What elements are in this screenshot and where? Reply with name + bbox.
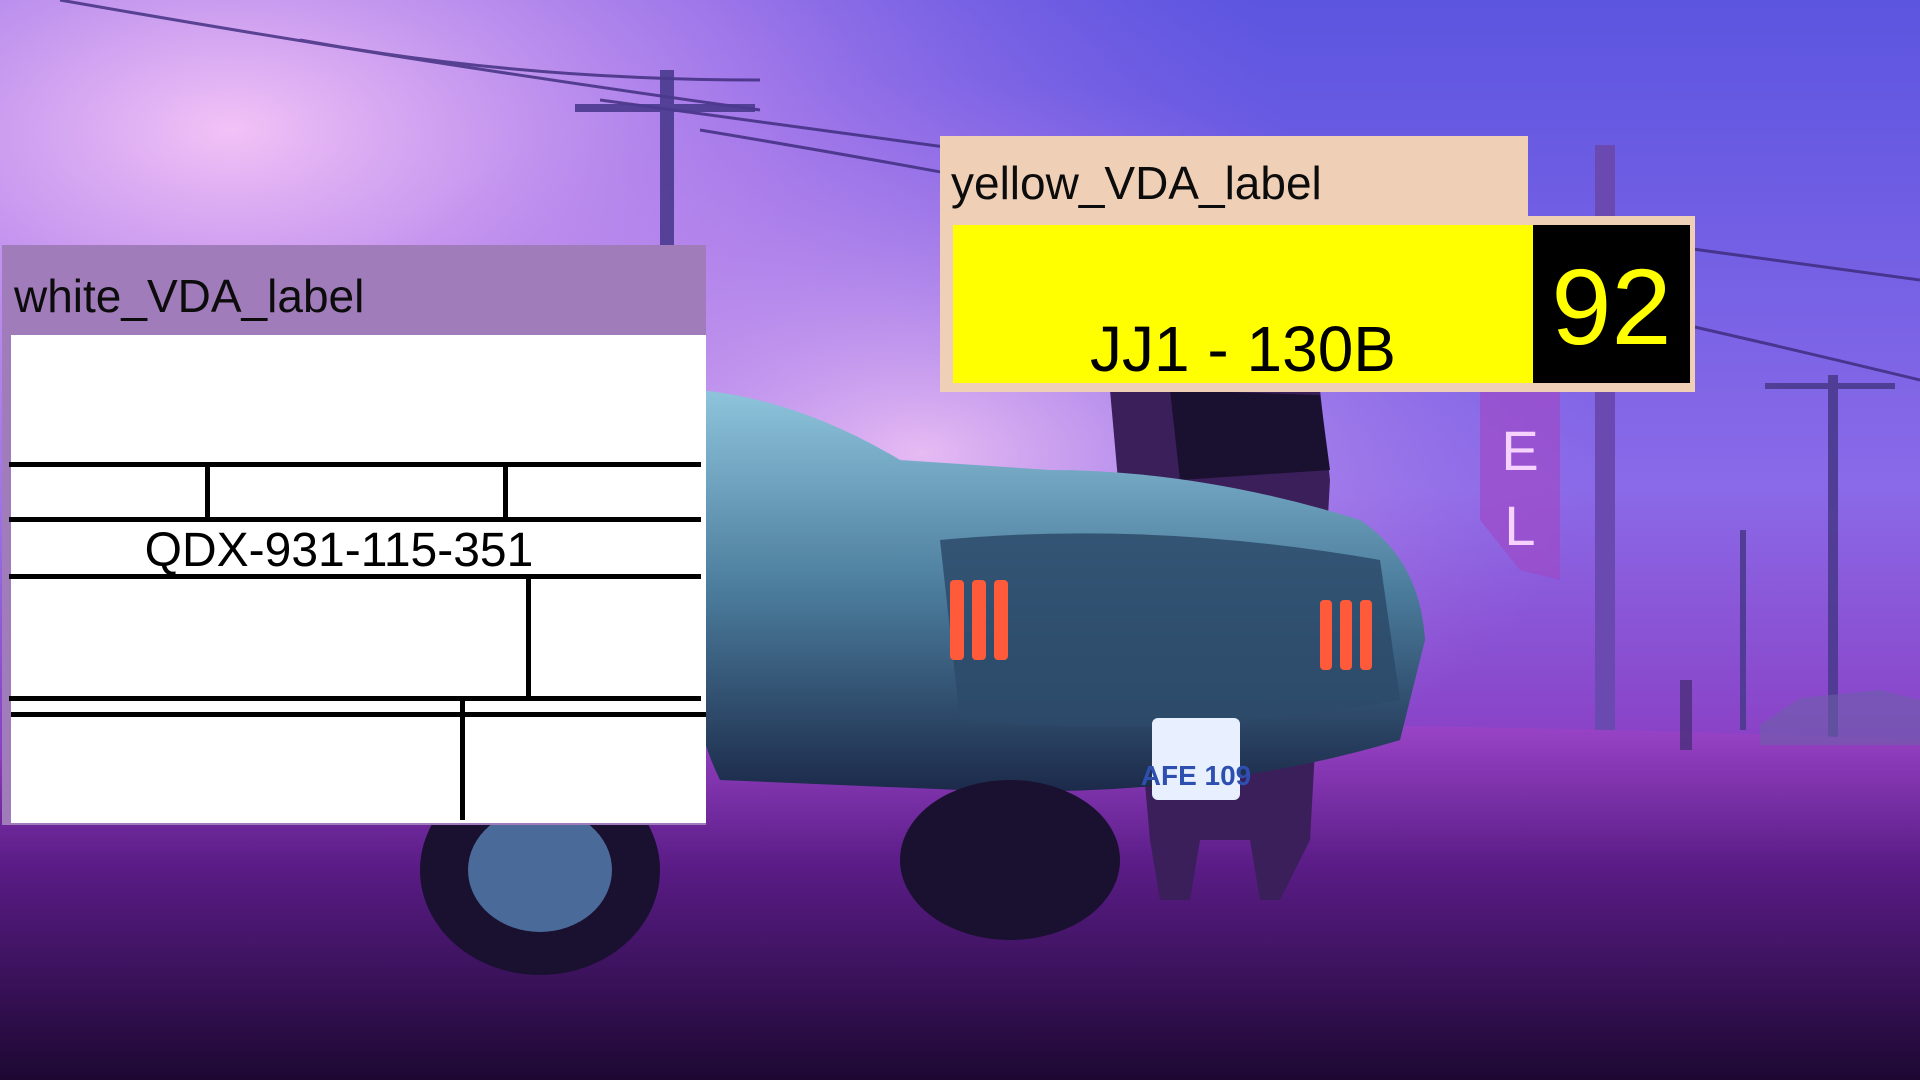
white-label-caption: white_VDA_label: [14, 270, 365, 322]
plate-number: JJ1 - 130B: [1090, 313, 1396, 385]
svg-text:L: L: [1504, 494, 1535, 557]
yellow-vda-label-annotation: yellow_VDA_label JJ1 - 130B 92: [940, 136, 1695, 392]
divider: [9, 696, 701, 701]
divider: [526, 574, 531, 696]
label-code: QDX-931-115-351: [144, 524, 534, 577]
white-label-grid: QDX-931-115-351: [9, 332, 701, 820]
divider: [9, 517, 701, 522]
plate-code: 92: [1551, 246, 1672, 367]
yellow-label-caption-bg: yellow_VDA_label: [940, 136, 1528, 222]
yellow-vda-label-plate: JJ1 - 130B 92: [940, 216, 1695, 392]
divider: [503, 462, 508, 517]
divider: [9, 462, 701, 467]
plate-number-field: JJ1 - 130B: [953, 225, 1533, 383]
divider: [205, 462, 210, 517]
divider: [460, 696, 465, 820]
yellow-label-caption: yellow_VDA_label: [951, 157, 1322, 209]
svg-text:AFE 109: AFE 109: [1141, 760, 1252, 791]
divider: [9, 574, 701, 579]
plate-code-field: 92: [1533, 225, 1690, 383]
svg-text:E: E: [1501, 419, 1538, 482]
